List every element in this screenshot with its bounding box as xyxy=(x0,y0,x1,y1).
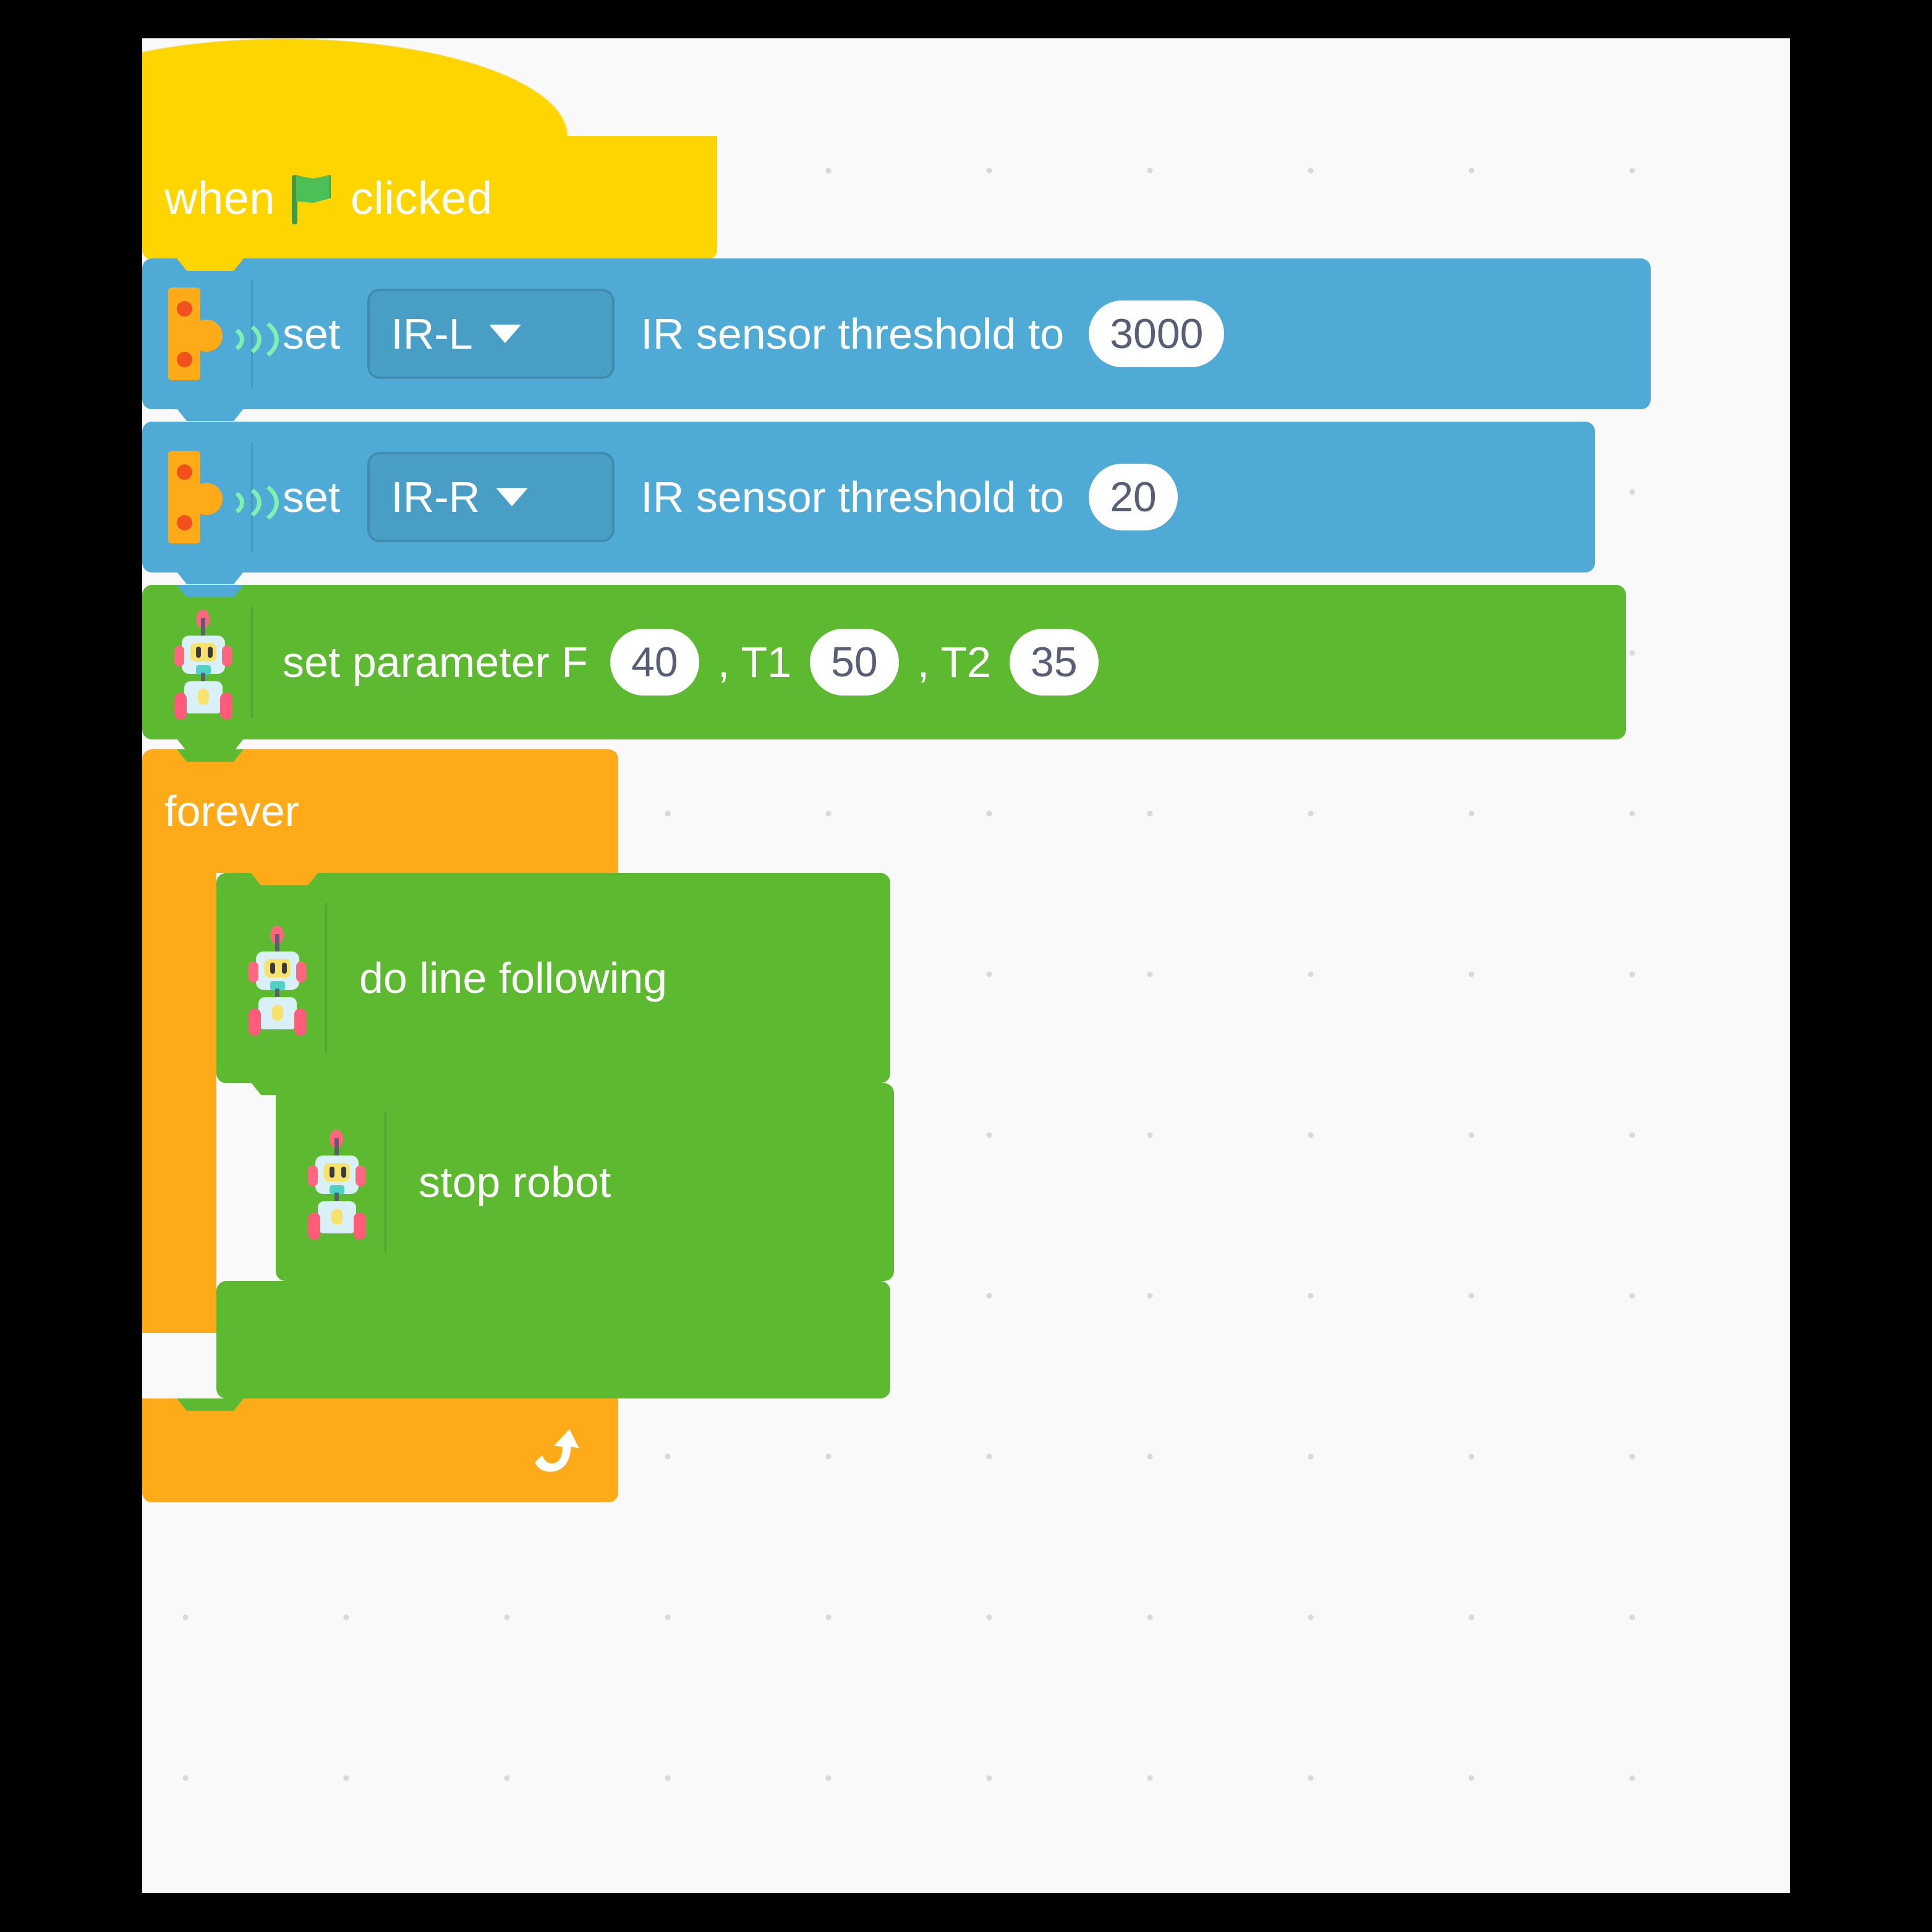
parameter-t2-label: , T2 xyxy=(917,638,992,686)
forever-footer[interactable] xyxy=(142,1398,618,1502)
ir-sensor-icon xyxy=(168,451,279,543)
empty-robot-block[interactable] xyxy=(216,1281,890,1410)
robot-icon xyxy=(302,1130,371,1240)
stop-robot-block[interactable]: stop robot xyxy=(276,1083,950,1293)
forever-label: forever xyxy=(164,787,299,835)
hat-block-bar: when clicked xyxy=(142,136,717,260)
block-divider xyxy=(251,606,253,718)
threshold-label-1: IR sensor threshold to xyxy=(640,310,1065,358)
block-bottom-nub-2 xyxy=(177,572,244,584)
set-parameter-block[interactable]: set parameter F 40 , T1 50 , T2 35 xyxy=(142,585,1626,751)
set-label-2: set xyxy=(283,473,341,521)
when-flag-clicked-block[interactable]: when clicked xyxy=(142,38,717,271)
notch-cut-1 xyxy=(177,258,244,271)
parameter-t1-input[interactable]: 50 xyxy=(810,629,899,696)
ir-sensor-select-1[interactable]: IR-L xyxy=(367,289,615,379)
block-divider xyxy=(385,1110,386,1254)
ir-sensor-select-2[interactable]: IR-R xyxy=(367,452,615,542)
notch-cut-forever xyxy=(177,749,244,762)
ir-sensor-select-value-2: IR-R xyxy=(391,473,480,521)
ir-sensor-icon xyxy=(168,287,279,380)
threshold-value-input-2[interactable]: 20 xyxy=(1089,464,1178,530)
chevron-down-icon xyxy=(496,488,529,506)
parameter-t1-label: , T1 xyxy=(717,638,792,686)
parameter-t2-input[interactable]: 35 xyxy=(1010,629,1099,696)
block-bottom-nub-1 xyxy=(177,409,244,421)
notch-cut-inner-a xyxy=(251,873,318,885)
robot-icon xyxy=(168,610,237,720)
notch-cut-inner-c xyxy=(251,1281,318,1293)
set-parameter-label: set parameter F xyxy=(283,638,589,686)
do-line-following-label: do line following xyxy=(359,954,668,1002)
block-divider xyxy=(325,902,327,1054)
loop-arrow-icon xyxy=(527,1421,586,1480)
set-ir-threshold-block-2[interactable]: set IR-R IR sensor threshold to 20 xyxy=(142,422,1595,584)
green-flag-icon xyxy=(289,171,337,224)
ir-sensor-select-value-1: IR-L xyxy=(391,310,473,358)
clicked-label: clicked xyxy=(350,172,493,224)
chevron-down-icon xyxy=(488,325,521,343)
parameter-f-input[interactable]: 40 xyxy=(610,629,699,696)
threshold-label-2: IR sensor threshold to xyxy=(640,473,1065,521)
notch-cut-inner-b xyxy=(310,1083,377,1096)
block-workspace[interactable]: when clicked set IR-L IR sensor threshol… xyxy=(142,38,1790,1893)
stop-robot-label: stop robot xyxy=(419,1158,611,1206)
robot-icon xyxy=(242,926,312,1036)
notch-cut-3 xyxy=(177,585,244,597)
when-label: when xyxy=(164,172,275,224)
threshold-value-input-1[interactable]: 3000 xyxy=(1089,300,1225,367)
set-ir-threshold-block-1[interactable]: set IR-L IR sensor threshold to 3000 xyxy=(142,258,1651,421)
set-label-1: set xyxy=(283,310,341,358)
do-line-following-block[interactable]: do line following xyxy=(216,873,890,1095)
notch-cut-forever-footer xyxy=(177,1398,244,1411)
forever-left-arm xyxy=(142,873,216,1333)
forever-header[interactable]: forever xyxy=(142,749,618,873)
hat-block-dome xyxy=(142,38,717,136)
notch-cut-2 xyxy=(177,422,244,434)
forever-block[interactable]: forever do line following stop robot xyxy=(142,749,894,1502)
